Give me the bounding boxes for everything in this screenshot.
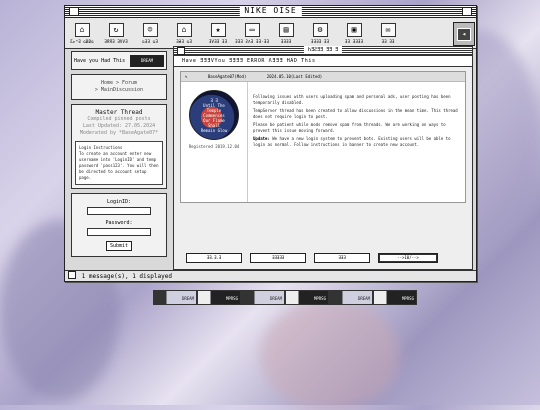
close-box[interactable] xyxy=(69,7,79,16)
breadcrumb: Home > Forum > MainDiscussion xyxy=(71,74,167,100)
doc-icon: ▤ xyxy=(278,22,294,37)
post-date: 2024.05.10(Last Edited) xyxy=(266,74,323,79)
submit-button[interactable]: Submit xyxy=(105,241,133,251)
marquee-banner: Have ƎƎƎVYou ƎƎƎƎ ERROR ΛƎƎƎ HAD This xyxy=(174,56,472,67)
post-paragraph: TempServer thread has been created to al… xyxy=(253,108,458,119)
nav-button-1[interactable]: ƎƎ.Ǝ.Ǝ xyxy=(186,253,242,263)
toolbar-label: ƎƎƎƎ ƎƎ xyxy=(310,38,330,44)
post-header: ✎ BaseAgate07(Mod) 2024.05.10(Last Edite… xyxy=(181,72,465,82)
sidebar: Have you Had This DREAM Home > Forum > M… xyxy=(71,51,167,261)
post-paragraph: Please be patient while mods remove spam… xyxy=(253,122,446,133)
toolbar-label: ƎƎ ƎƎƎƎ xyxy=(344,38,364,44)
user-box: Ǝ Ǝ Until The Temple Commences Our Flame… xyxy=(181,82,248,202)
dream-badge[interactable]: DREAM xyxy=(130,54,164,67)
title-bar: NIKE OISE xyxy=(65,6,476,18)
login-id-label: LoginID: xyxy=(106,199,132,205)
master-thread-box: Master Thread Compiled pinned posts Last… xyxy=(71,104,167,189)
save-icon: ▣ xyxy=(346,22,362,37)
breadcrumb-sub[interactable]: > MainDiscussion xyxy=(78,87,160,94)
banner-ad[interactable]: MPRSG xyxy=(285,290,329,305)
banner-ad[interactable]: MPRSG xyxy=(373,290,417,305)
folder-icon: ▭ xyxy=(244,22,260,37)
toolbar: ⌂ ƸᴘᴴƎ ǤɃɃǤ ↻ ƎЯЯƎ ƎVVƎ ☺ ǤƎƎ ǤƎ ⌂ ƎӘƎ ǤƎ ★ ƎVƎƎ … xyxy=(65,18,476,49)
nav-button-3[interactable]: ƎƎƎ xyxy=(314,253,370,263)
login-instructions: Login Instructions To create an account … xyxy=(75,141,163,185)
main-close-box[interactable] xyxy=(177,47,185,55)
toolbar-button-star[interactable]: ★ ƎVƎƎ ƎƎ xyxy=(201,22,235,44)
banner-ad[interactable]: MPRSG xyxy=(197,290,241,305)
nav-button-2[interactable]: ƎƎƎƎƎ xyxy=(250,253,306,263)
post-update: Update: We have a new login system to pr… xyxy=(253,136,458,147)
update-text: We have a new login system to prevent bo… xyxy=(253,136,451,147)
toolbar-button-save[interactable]: ▣ ƎƎ ƎƎƎƎ xyxy=(337,22,371,44)
update-label: Update: xyxy=(253,136,270,141)
toolbar-label: ƎӘƎ ǤƎ xyxy=(176,38,192,44)
toolbar-button-doc[interactable]: ▤ ƎƎƎƎ xyxy=(269,22,303,44)
toolbar-button-user[interactable]: ☺ ǤƎƎ ǤƎ xyxy=(133,22,167,44)
pin-icon: ✎ xyxy=(185,74,188,79)
password-label: Password: xyxy=(105,220,133,226)
avatar[interactable]: Ǝ Ǝ Until The Temple Commences Our Flame… xyxy=(189,90,239,140)
toolbar-label: ƎƎƎ ƧΛƎ ƎƎ·ƎƎ xyxy=(235,38,269,44)
house-icon: ⌂ xyxy=(176,22,192,37)
have-you-banner[interactable]: Have you Had This DREAM xyxy=(71,51,167,70)
toolbar-label: ǤƎƎ ǤƎ xyxy=(142,38,158,44)
main-panel: ҺƎƧƎƎ ƎƎ Ǝ Have ƎƎƎVYou ƎƎƎƎ ERROR ΛƎƎƎ … xyxy=(173,46,473,270)
toolbar-label: ƎƎƎƎ xyxy=(280,38,292,44)
moderated-by: Moderated by *BaseAgate07* xyxy=(79,130,159,136)
post-paragraph: Following issues with users uploading sp… xyxy=(253,94,451,105)
star-icon: ★ xyxy=(210,22,226,37)
home-icon: ⌂ xyxy=(74,22,90,37)
toolbar-button-folder[interactable]: ▭ ƎƎƎ ƧΛƎ ƎƎ·ƎƎ xyxy=(235,22,269,44)
toolbar-button-refresh[interactable]: ↻ ƎЯЯƎ ƎVVƎ xyxy=(99,22,133,44)
toolbar-label: ƎVƎƎ ƎƎ xyxy=(208,38,228,44)
browser-window: NIKE OISE ⌂ ƸᴘᴴƎ ǤɃɃǤ ↻ ƎЯЯƎ ƎVVƎ ☺ ǤƎƎ ǤƎ ⌂ ƎӘ… xyxy=(64,5,477,282)
main-title-bar: ҺƎƧƎƎ ƎƎ Ǝ xyxy=(174,46,472,56)
refresh-icon: ↻ xyxy=(108,22,124,37)
banner-ad[interactable]: DREAM xyxy=(241,290,285,305)
post-body: Following issues with users uploading sp… xyxy=(253,94,458,150)
login-form: LoginID: Password: Submit xyxy=(71,193,167,257)
nav-button-next[interactable]: -->10/--> xyxy=(378,253,438,263)
user-icon: ☺ xyxy=(142,22,158,37)
registered-date: Registered 2019.12.04 xyxy=(188,144,240,149)
banner-ad[interactable]: DREAM xyxy=(153,290,197,305)
page-nav: ƎƎ.Ǝ.Ǝ ƎƎƎƎƎ ƎƎƎ -->10/--> xyxy=(186,253,438,263)
master-title: Master Thread xyxy=(95,109,143,116)
post-user[interactable]: BaseAgate07(Mod) xyxy=(208,74,247,79)
banner-ad[interactable]: DREAM xyxy=(329,290,373,305)
banner-strip: DREAM MPRSG DREAM MPRSG DREAM MPRSG xyxy=(153,290,417,305)
status-icon xyxy=(68,271,76,279)
toolbar-label: ƎƎ ƎƎ xyxy=(381,38,395,44)
toolbar-label: ƸᴘᴴƎ ǤɃɃǤ xyxy=(70,38,94,44)
have-you-text: Have you Had This xyxy=(74,57,126,64)
breadcrumb-home[interactable]: Home > Forum xyxy=(78,80,160,87)
password-input[interactable] xyxy=(87,228,151,236)
last-updated: Last Updated: 27.05.2024 xyxy=(82,123,156,129)
zoom-box[interactable] xyxy=(462,7,472,16)
login-id-input[interactable] xyxy=(87,207,151,215)
gear-icon: ⚙ xyxy=(312,22,328,37)
toolbar-label: ƎЯЯƎ ƎVVƎ xyxy=(104,38,128,44)
toolbar-button-house[interactable]: ⌂ ƎӘƎ ǤƎ xyxy=(167,22,201,44)
status-text: 1 message(s), 1 displayed xyxy=(81,273,172,280)
toolbar-button-gear[interactable]: ⚙ ƎƎƎƎ ƎƎ xyxy=(303,22,337,44)
minimize-icon[interactable]: ◂ xyxy=(453,22,475,46)
window-title: NIKE OISE xyxy=(239,6,302,16)
toolbar-button-home[interactable]: ⌂ ƸᴘᴴƎ ǤɃɃǤ xyxy=(65,22,99,44)
mail-icon: ✉ xyxy=(380,22,396,37)
master-sub: Compiled pinned posts xyxy=(87,116,151,122)
main-title: ҺƎƧƎƎ ƎƎ Ǝ xyxy=(303,46,343,54)
toolbar-button-mail[interactable]: ✉ ƎƎ ƎƎ xyxy=(371,22,405,44)
status-bar: 1 message(s), 1 displayed xyxy=(65,270,476,281)
post: ✎ BaseAgate07(Mod) 2024.05.10(Last Edite… xyxy=(180,71,466,203)
